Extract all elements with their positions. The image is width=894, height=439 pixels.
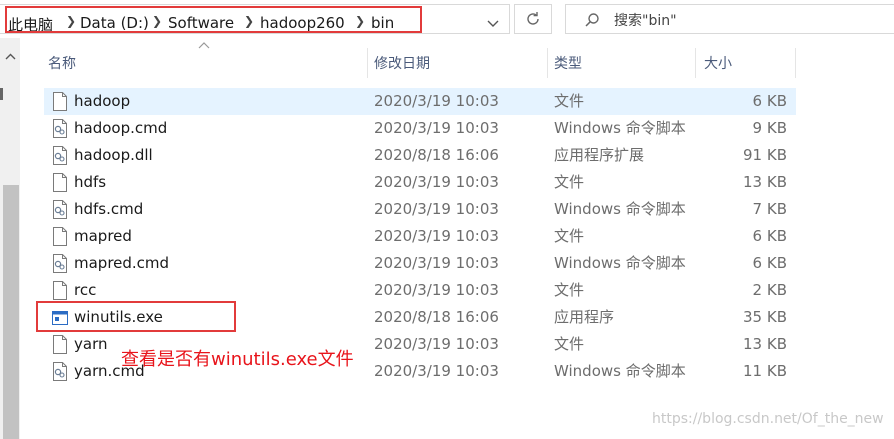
column-header-date[interactable]: 修改日期 — [374, 48, 546, 78]
file-type: 应用程序扩展 — [554, 146, 645, 164]
breadcrumb-software[interactable]: Software — [168, 14, 234, 32]
file-size: 11 KB — [743, 362, 787, 380]
column-header-label: 大小 — [704, 56, 732, 72]
column-header-type[interactable]: 类型 — [554, 48, 694, 78]
file-type: 应用程序 — [554, 308, 615, 326]
file-type: Windows 命令脚本 — [554, 254, 686, 272]
file-icon — [52, 173, 68, 192]
file-modified-date: 2020/8/18 16:06 — [374, 146, 499, 164]
file-modified-date: 2020/3/19 10:03 — [374, 281, 499, 299]
cmd-file-icon — [52, 362, 68, 381]
search-icon — [585, 13, 599, 27]
scrollbar-thumb[interactable] — [3, 185, 19, 439]
file-modified-date: 2020/3/19 10:03 — [374, 200, 499, 218]
file-icon — [52, 227, 68, 246]
column-divider[interactable] — [795, 48, 796, 78]
file-size: 6 KB — [752, 227, 787, 245]
refresh-icon — [527, 12, 539, 25]
file-row[interactable]: rcc 2020/3/19 10:03 文件 2 KB — [44, 277, 796, 304]
file-modified-date: 2020/3/19 10:03 — [374, 119, 499, 137]
file-modified-date: 2020/3/19 10:03 — [374, 335, 499, 353]
navigation-pane-indicator — [0, 88, 3, 100]
search-box[interactable]: 搜索"bin" — [565, 4, 894, 34]
chevron-right-icon[interactable]: ❯ — [152, 14, 162, 28]
breadcrumb-this-pc[interactable]: 此电脑 — [8, 14, 53, 35]
chevron-right-icon[interactable]: ❯ — [355, 14, 365, 28]
file-name: mapred.cmd — [74, 254, 170, 272]
column-header-label: 类型 — [554, 56, 582, 72]
file-modified-date: 2020/3/19 10:03 — [374, 227, 499, 245]
file-name: hadoop — [74, 92, 131, 110]
address-bar: 此电脑 ❯ Data (D:) ❯ Software ❯ hadoop260 ❯… — [0, 0, 894, 38]
exe-file-icon — [52, 308, 68, 327]
file-modified-date: 2020/3/19 10:03 — [374, 173, 499, 191]
chevron-down-icon — [487, 20, 499, 27]
file-size: 35 KB — [743, 308, 787, 326]
file-name: hdfs — [74, 173, 107, 191]
file-name: mapred — [74, 227, 132, 245]
file-icon — [52, 335, 68, 354]
breadcrumb[interactable]: 此电脑 ❯ Data (D:) ❯ Software ❯ hadoop260 ❯… — [0, 4, 510, 34]
file-row[interactable]: hadoop 2020/3/19 10:03 文件 6 KB — [44, 88, 796, 115]
file-row[interactable]: hadoop.dll 2020/8/18 16:06 应用程序扩展 91 KB — [44, 142, 796, 169]
column-header-name[interactable]: 名称 — [48, 48, 366, 78]
file-name: hdfs.cmd — [74, 200, 144, 218]
file-name: yarn — [74, 335, 108, 353]
file-size: 6 KB — [752, 92, 787, 110]
breadcrumb-hadoop260[interactable]: hadoop260 — [260, 14, 345, 32]
refresh-button[interactable] — [514, 4, 552, 34]
file-size: 13 KB — [743, 335, 787, 353]
breadcrumb-bin[interactable]: bin — [371, 14, 394, 32]
file-icon — [52, 92, 68, 111]
chevron-right-icon[interactable]: ❯ — [66, 14, 76, 28]
file-type: 文件 — [554, 92, 585, 110]
cmd-file-icon — [52, 200, 68, 219]
watermark: https://blog.csdn.net/Of_the_new — [652, 411, 884, 427]
annotation-text: 查看是否有winutils.exe文件 — [121, 349, 354, 370]
chevron-right-icon[interactable]: ❯ — [244, 14, 254, 28]
file-row[interactable]: hdfs.cmd 2020/3/19 10:03 Windows 命令脚本 7 … — [44, 196, 796, 223]
file-icon — [52, 281, 68, 300]
file-size: 9 KB — [752, 119, 787, 137]
file-name: hadoop.dll — [74, 146, 153, 164]
file-type: 文件 — [554, 335, 585, 353]
cmd-file-icon — [52, 254, 68, 273]
file-name: hadoop.cmd — [74, 119, 168, 137]
file-type: 文件 — [554, 227, 585, 245]
file-modified-date: 2020/3/19 10:03 — [374, 92, 499, 110]
breadcrumb-data-drive[interactable]: Data (D:) — [80, 14, 149, 32]
file-name: rcc — [74, 281, 97, 299]
file-type: Windows 命令脚本 — [554, 200, 686, 218]
file-size: 7 KB — [752, 200, 787, 218]
file-type: 文件 — [554, 281, 585, 299]
file-type: Windows 命令脚本 — [554, 362, 686, 380]
address-history-button[interactable] — [478, 12, 508, 36]
file-row[interactable]: hadoop.cmd 2020/3/19 10:03 Windows 命令脚本 … — [44, 115, 796, 142]
search-input[interactable]: 搜索"bin" — [614, 10, 677, 30]
file-size: 6 KB — [752, 254, 787, 272]
file-type: 文件 — [554, 173, 585, 191]
file-row[interactable]: mapred 2020/3/19 10:03 文件 6 KB — [44, 223, 796, 250]
file-size: 13 KB — [743, 173, 787, 191]
dll-file-icon — [52, 146, 68, 165]
file-row[interactable]: hdfs 2020/3/19 10:03 文件 13 KB — [44, 169, 796, 196]
file-modified-date: 2020/3/19 10:03 — [374, 362, 499, 380]
column-header-label: 名称 — [48, 56, 76, 72]
file-modified-date: 2020/3/19 10:03 — [374, 254, 499, 272]
cmd-file-icon — [52, 119, 68, 138]
file-modified-date: 2020/8/18 16:06 — [374, 308, 499, 326]
column-header-label: 修改日期 — [374, 56, 430, 72]
column-divider[interactable] — [695, 48, 696, 78]
file-size: 2 KB — [752, 281, 787, 299]
scroll-up-icon[interactable] — [5, 53, 16, 60]
file-row[interactable]: mapred.cmd 2020/3/19 10:03 Windows 命令脚本 … — [44, 250, 796, 277]
column-divider[interactable] — [547, 48, 548, 78]
file-size: 91 KB — [743, 146, 787, 164]
column-divider[interactable] — [367, 48, 368, 78]
file-name: winutils.exe — [74, 308, 163, 326]
column-header-size[interactable]: 大小 — [704, 48, 794, 78]
file-type: Windows 命令脚本 — [554, 119, 686, 137]
file-row[interactable]: winutils.exe 2020/8/18 16:06 应用程序 35 KB — [44, 304, 796, 331]
